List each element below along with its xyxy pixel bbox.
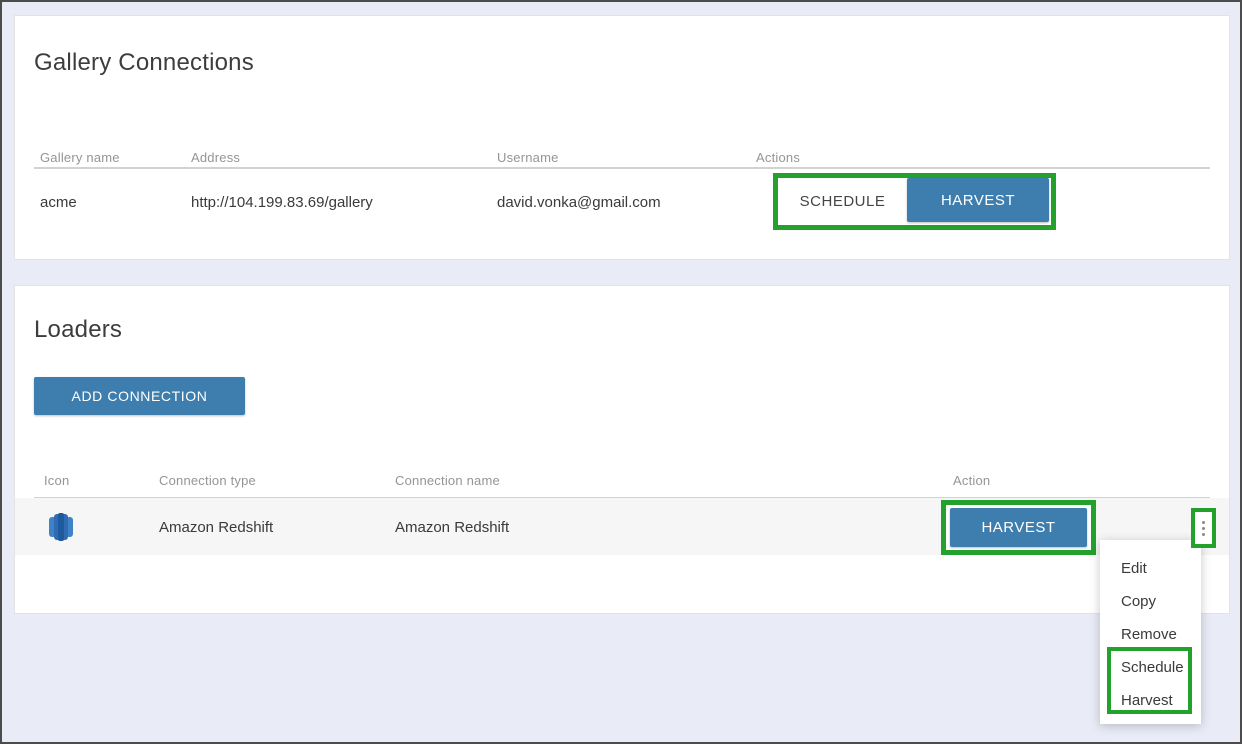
row-harvest-button[interactable]: HARVEST (950, 508, 1087, 547)
column-header-username: Username (497, 150, 559, 165)
gallery-connections-title: Gallery Connections (34, 49, 254, 77)
column-header-actions: Actions (756, 150, 800, 165)
page: { "gallery_connections": { "title": "Gal… (0, 0, 1242, 744)
username-cell: david.vonka@gmail.com (497, 194, 661, 211)
menu-item-harvest[interactable]: Harvest (1100, 684, 1201, 717)
column-header-connection-type: Connection type (159, 473, 256, 488)
highlight-box-harvest: HARVEST (941, 500, 1096, 555)
harvest-button[interactable]: HARVEST (907, 178, 1049, 222)
menu-item-remove[interactable]: Remove (1100, 618, 1201, 651)
highlight-box-actions: SCHEDULE HARVEST (773, 173, 1056, 230)
amazon-redshift-icon (48, 513, 74, 541)
gallery-connections-panel: Gallery Connections Gallery name Address… (14, 15, 1230, 260)
table-header-divider (34, 167, 1210, 169)
context-menu: Edit Copy Remove Schedule Harvest (1100, 540, 1201, 724)
highlight-box-kebab (1191, 508, 1216, 548)
column-header-address: Address (191, 150, 240, 165)
column-header-icon: Icon (44, 473, 69, 488)
loaders-panel: Loaders ADD CONNECTION Icon Connection t… (14, 285, 1230, 614)
column-header-connection-name: Connection name (395, 473, 500, 488)
menu-item-schedule[interactable]: Schedule (1100, 651, 1201, 684)
connection-type-cell: Amazon Redshift (159, 519, 273, 536)
column-header-action: Action (953, 473, 990, 488)
kebab-menu-button[interactable] (1195, 512, 1212, 544)
kebab-icon (1202, 527, 1205, 530)
loaders-title: Loaders (34, 316, 122, 344)
address-cell: http://104.199.83.69/gallery (191, 194, 373, 211)
menu-item-copy[interactable]: Copy (1100, 585, 1201, 618)
menu-item-edit[interactable]: Edit (1100, 552, 1201, 585)
connection-name-cell: Amazon Redshift (395, 519, 509, 536)
add-connection-button[interactable]: ADD CONNECTION (34, 377, 245, 415)
schedule-button[interactable]: SCHEDULE (778, 178, 907, 225)
gallery-name-cell: acme (40, 194, 77, 211)
column-header-gallery-name: Gallery name (40, 150, 120, 165)
